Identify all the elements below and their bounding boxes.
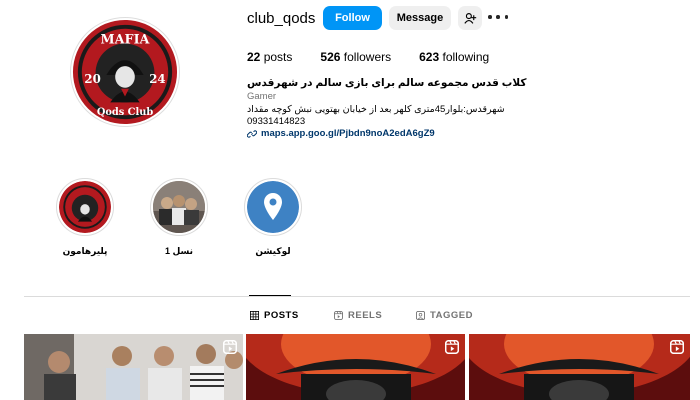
following-count: 623	[419, 50, 440, 64]
tab-tagged-label: TAGGED	[430, 310, 473, 321]
followers-count: 526	[320, 50, 341, 64]
bio-phone: 09331414823	[247, 116, 306, 127]
mafia-logo: MAFIA 20 24 Qods Club	[72, 19, 178, 125]
more-options-icon[interactable]	[488, 9, 508, 25]
highlight-item[interactable]: نسل 1	[149, 178, 209, 257]
bio-link[interactable]: maps.app.goo.gl/Pjbdn9noA2edA6gZ9	[247, 128, 435, 139]
followers-label: followers	[343, 50, 392, 64]
highlight-item[interactable]: لوکیشن	[243, 178, 303, 257]
tab-posts[interactable]: POSTS	[250, 310, 299, 321]
profile-stats: 22 posts 526 followers 623 following	[247, 50, 517, 64]
grid-icon	[250, 311, 259, 320]
bio-category: Gamer	[247, 91, 277, 102]
post-thumbnail[interactable]	[24, 334, 243, 400]
add-person-icon	[463, 12, 476, 24]
post-image	[24, 334, 243, 400]
mafia-logo	[59, 181, 111, 233]
posts-label: posts	[263, 50, 293, 64]
suggest-user-button[interactable]	[458, 6, 482, 30]
group-photo	[153, 181, 205, 233]
tag-icon	[416, 311, 425, 320]
bio-address: شهرقدس:بلوار45متری کلهر بعد از خیابان به…	[247, 104, 505, 115]
link-icon	[247, 129, 257, 138]
followers-stat[interactable]: 526 followers	[320, 50, 391, 64]
highlight-label: لوکیشن	[255, 246, 291, 256]
posts-count: 22	[247, 50, 261, 64]
reels-icon	[334, 311, 343, 320]
story-highlights: پلیرهامون نسل 1 لوکیشن	[0, 178, 700, 258]
tab-reels[interactable]: REELS	[334, 310, 382, 321]
svg-text:20: 20	[84, 72, 100, 86]
following-label: following	[442, 50, 490, 64]
highlight-item[interactable]: پلیرهامون	[55, 178, 115, 257]
bio-title: کلاب قدس مجموعه سالم برای بازی سالم در ش…	[247, 77, 527, 89]
posts-stat[interactable]: 22 posts	[247, 50, 292, 64]
bio-link-text: maps.app.goo.gl/Pjbdn9noA2edA6gZ9	[261, 128, 435, 139]
reel-indicator-icon	[223, 340, 237, 354]
posts-grid	[24, 334, 690, 400]
profile-username: club_qods	[247, 10, 316, 27]
svg-text:Qods Club: Qods Club	[97, 107, 153, 118]
reel-indicator-icon	[445, 340, 459, 354]
tabs-divider	[24, 296, 690, 297]
active-tab-indicator	[249, 295, 291, 296]
following-stat[interactable]: 623 following	[419, 50, 489, 64]
post-image	[469, 334, 690, 400]
tab-posts-label: POSTS	[264, 310, 299, 321]
profile-avatar[interactable]: MAFIA 20 24 Qods Club	[70, 17, 180, 127]
highlight-label: نسل 1	[164, 246, 194, 256]
post-thumbnail[interactable]	[469, 334, 690, 400]
tab-reels-label: REELS	[348, 310, 383, 321]
highlight-label: پلیرهامون	[62, 246, 108, 256]
message-button[interactable]: Message	[389, 6, 451, 30]
svg-text:24: 24	[149, 72, 165, 86]
location-pin-icon	[247, 181, 299, 233]
post-thumbnail[interactable]	[246, 334, 465, 400]
reel-indicator-icon	[670, 340, 684, 354]
tab-tagged[interactable]: TAGGED	[416, 310, 473, 321]
post-image	[246, 334, 465, 400]
svg-text:MAFIA: MAFIA	[101, 33, 151, 48]
follow-button[interactable]: Follow	[323, 6, 382, 30]
